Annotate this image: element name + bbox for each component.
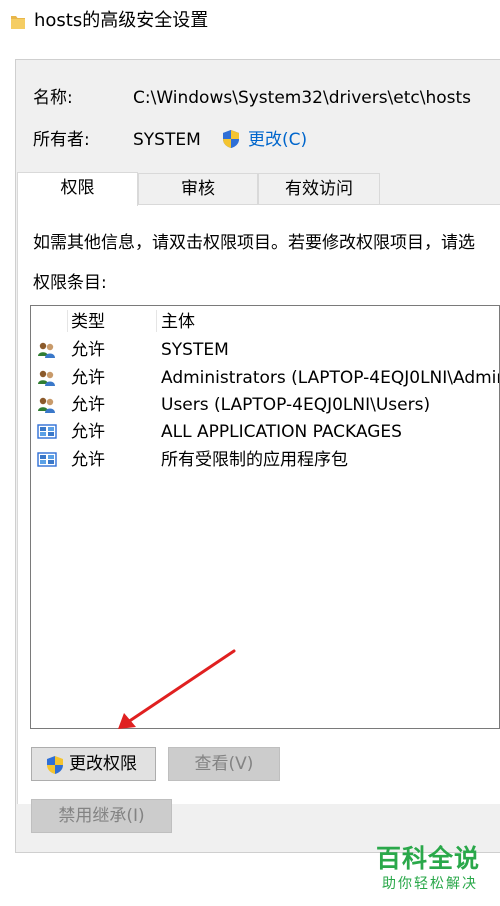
entry-principal: 所有受限制的应用程序包 — [161, 450, 348, 470]
owner-label: 所有者: — [33, 130, 90, 150]
column-divider[interactable] — [156, 310, 157, 332]
tab-label: 有效访问 — [285, 179, 353, 199]
entry-type: 允许 — [71, 450, 105, 470]
disable-inheritance-button[interactable]: 禁用继承(I) — [31, 799, 172, 833]
users-icon — [38, 397, 55, 413]
tab-auditing[interactable]: 审核 — [138, 173, 258, 205]
watermark-main: 百科全说 — [376, 844, 481, 873]
tab-permissions[interactable]: 权限 — [17, 172, 138, 206]
uac-shield-icon — [47, 756, 63, 774]
entry-type: 允许 — [71, 422, 105, 442]
permission-entry[interactable]: 允许 ALL APPLICATION PACKAGES — [31, 419, 499, 446]
tab-label: 权限 — [60, 178, 95, 198]
column-divider[interactable] — [67, 310, 68, 332]
watermark-logo: 百科全说 助你轻松解决 — [372, 842, 492, 898]
entry-principal: Users (LAPTOP-4EQJ0LNI\Users) — [161, 395, 431, 415]
users-icon — [38, 342, 55, 358]
entry-type: 允许 — [71, 368, 105, 388]
entry-principal: SYSTEM — [161, 340, 229, 360]
owner-value: SYSTEM — [133, 130, 201, 150]
permission-entries-list[interactable]: 类型 主体 允许 SYSTEM 允许 Administrators (LAPTO… — [30, 305, 500, 729]
users-icon — [38, 370, 55, 386]
tab-effective-access[interactable]: 有效访问 — [258, 173, 380, 205]
entry-principal: ALL APPLICATION PACKAGES — [161, 422, 402, 442]
window-title: hosts的高级安全设置 — [34, 10, 209, 31]
entry-principal: Administrators (LAPTOP-4EQJ0LNI\Administ… — [161, 368, 499, 388]
folder-icon — [11, 16, 25, 29]
uac-shield-icon — [223, 130, 239, 148]
permission-entry[interactable]: 允许 SYSTEM — [31, 337, 499, 364]
app-packages-icon — [37, 452, 57, 467]
tab-label: 审核 — [181, 179, 215, 199]
entries-label: 权限条目: — [33, 273, 107, 293]
permission-entry[interactable]: 允许 Administrators (LAPTOP-4EQJ0LNI\Admin… — [31, 365, 499, 392]
column-header-type[interactable]: 类型 — [71, 310, 105, 334]
info-text: 如需其他信息，请双击权限项目。若要修改权限项目，请选 — [33, 233, 475, 253]
change-owner-link[interactable]: 更改(C) — [248, 128, 307, 152]
title-bar: hosts的高级安全设置 — [0, 0, 500, 44]
button-label: 更改权限 — [69, 754, 137, 774]
permission-entry[interactable]: 允许 所有受限制的应用程序包 — [31, 447, 499, 474]
entry-type: 允许 — [71, 395, 105, 415]
change-permissions-button[interactable]: 更改权限 — [31, 747, 156, 781]
watermark-sub: 助你轻松解决 — [382, 876, 478, 892]
entry-type: 允许 — [71, 340, 105, 360]
column-header-principal[interactable]: 主体 — [161, 310, 195, 334]
name-label: 名称: — [33, 88, 73, 108]
name-value: C:\Windows\System32\drivers\etc\hosts — [133, 88, 472, 108]
permission-entry[interactable]: 允许 Users (LAPTOP-4EQJ0LNI\Users) — [31, 392, 499, 419]
view-button[interactable]: 查看(V) — [168, 747, 280, 781]
app-packages-icon — [37, 424, 57, 439]
